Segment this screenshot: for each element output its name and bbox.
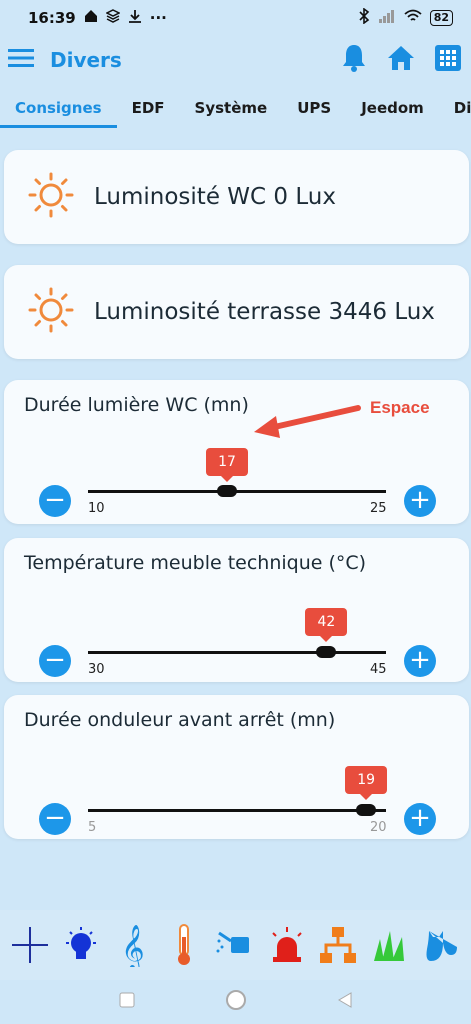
cat-icon[interactable] bbox=[421, 923, 461, 967]
slider-thumb[interactable] bbox=[217, 485, 238, 497]
treble-clef-icon[interactable]: 𝄞 bbox=[113, 923, 153, 967]
decrease-button[interactable]: − bbox=[39, 803, 71, 835]
sun-icon bbox=[28, 287, 74, 337]
tab-systeme[interactable]: Système bbox=[180, 88, 283, 136]
home-circle-icon[interactable] bbox=[225, 989, 247, 1015]
status-right: 82 bbox=[358, 7, 453, 28]
slider-card-ups-shutdown: Durée onduleur avant arrêt (mn) − 19 5 2… bbox=[4, 695, 469, 839]
signal-icon bbox=[378, 9, 396, 27]
battery-indicator: 82 bbox=[429, 10, 453, 26]
bell-icon[interactable] bbox=[341, 43, 367, 77]
slider-track[interactable] bbox=[88, 651, 386, 654]
wifi-icon bbox=[404, 9, 422, 27]
slider-label: Durée onduleur avant arrêt (mn) bbox=[24, 709, 336, 731]
tab-edf[interactable]: EDF bbox=[117, 88, 180, 136]
grass-icon[interactable] bbox=[370, 923, 410, 967]
network-icon[interactable] bbox=[318, 923, 358, 967]
appbar-actions bbox=[341, 43, 461, 77]
tab-ups[interactable]: UPS bbox=[282, 88, 346, 136]
increase-button[interactable]: + bbox=[404, 485, 436, 517]
notification-home-icon bbox=[84, 9, 98, 27]
slider-min-value: 30 bbox=[88, 662, 105, 677]
hamburger-icon[interactable] bbox=[8, 48, 34, 72]
slider-card-tech-temperature: Température meuble technique (°C) − 42 3… bbox=[4, 538, 469, 682]
app-bar: Divers bbox=[0, 36, 471, 84]
decrease-button[interactable]: − bbox=[39, 645, 71, 677]
increase-button[interactable]: + bbox=[404, 803, 436, 835]
alarm-light-icon[interactable] bbox=[267, 923, 307, 967]
grid-icon[interactable] bbox=[435, 45, 461, 75]
lightbulb-icon[interactable] bbox=[61, 923, 101, 967]
home-icon[interactable] bbox=[387, 45, 415, 75]
slider-value-bubble: 17 bbox=[206, 448, 249, 482]
page-title: Divers bbox=[50, 48, 122, 72]
slider-label: Durée lumière WC (mn) bbox=[24, 394, 249, 416]
recents-square-icon[interactable] bbox=[119, 992, 135, 1012]
slider-thumb[interactable] bbox=[356, 804, 377, 816]
slider-min-value: 5 bbox=[88, 820, 97, 835]
system-nav-bar bbox=[0, 980, 471, 1024]
slider-min-value: 10 bbox=[88, 501, 105, 516]
slider-label: Température meuble technique (°C) bbox=[24, 552, 367, 574]
luminosity-terrace-card: Luminosité terrasse 3446 Lux bbox=[4, 265, 469, 359]
slider-max-value: 20 bbox=[370, 820, 387, 835]
svg-text:𝄞: 𝄞 bbox=[121, 925, 145, 967]
status-bar: 16:39 ··· 82 bbox=[0, 0, 471, 36]
tab-divers[interactable]: Diver bbox=[439, 88, 471, 136]
thermometer-icon[interactable] bbox=[164, 923, 204, 967]
plus-cross-icon[interactable] bbox=[10, 923, 50, 967]
decrease-button[interactable]: − bbox=[39, 485, 71, 517]
slider-max-value: 45 bbox=[370, 662, 387, 677]
luminosity-wc-card: Luminosité WC 0 Lux bbox=[4, 150, 469, 244]
luminosity-terrace-label: Luminosité terrasse 3446 Lux bbox=[94, 299, 435, 325]
annotation-label: Espace bbox=[370, 398, 430, 417]
tab-jeedom[interactable]: Jeedom bbox=[346, 88, 439, 136]
bluetooth-icon bbox=[358, 7, 370, 28]
increase-button[interactable]: + bbox=[404, 645, 436, 677]
back-triangle-icon[interactable] bbox=[337, 991, 353, 1013]
slider-thumb[interactable] bbox=[316, 646, 337, 658]
notification-download-icon bbox=[128, 9, 142, 27]
status-left: 16:39 ··· bbox=[28, 9, 167, 27]
notification-layers-icon bbox=[105, 9, 121, 27]
tab-consignes[interactable]: Consignes bbox=[0, 88, 117, 136]
sun-icon bbox=[28, 172, 74, 222]
watering-can-icon[interactable] bbox=[215, 923, 255, 967]
slider-value-bubble: 19 bbox=[345, 766, 388, 800]
notification-more-icon: ··· bbox=[149, 9, 167, 27]
tab-bar: Consignes EDF Système UPS Jeedom Diver bbox=[0, 88, 471, 136]
luminosity-wc-label: Luminosité WC 0 Lux bbox=[94, 184, 336, 210]
slider-track[interactable] bbox=[88, 809, 386, 812]
status-time: 16:39 bbox=[28, 9, 76, 27]
slider-max-value: 25 bbox=[370, 501, 387, 516]
slider-value-bubble: 42 bbox=[305, 608, 348, 642]
bottom-icon-bar: 𝄞 bbox=[0, 910, 471, 980]
annotation-arrow-icon bbox=[254, 405, 361, 438]
